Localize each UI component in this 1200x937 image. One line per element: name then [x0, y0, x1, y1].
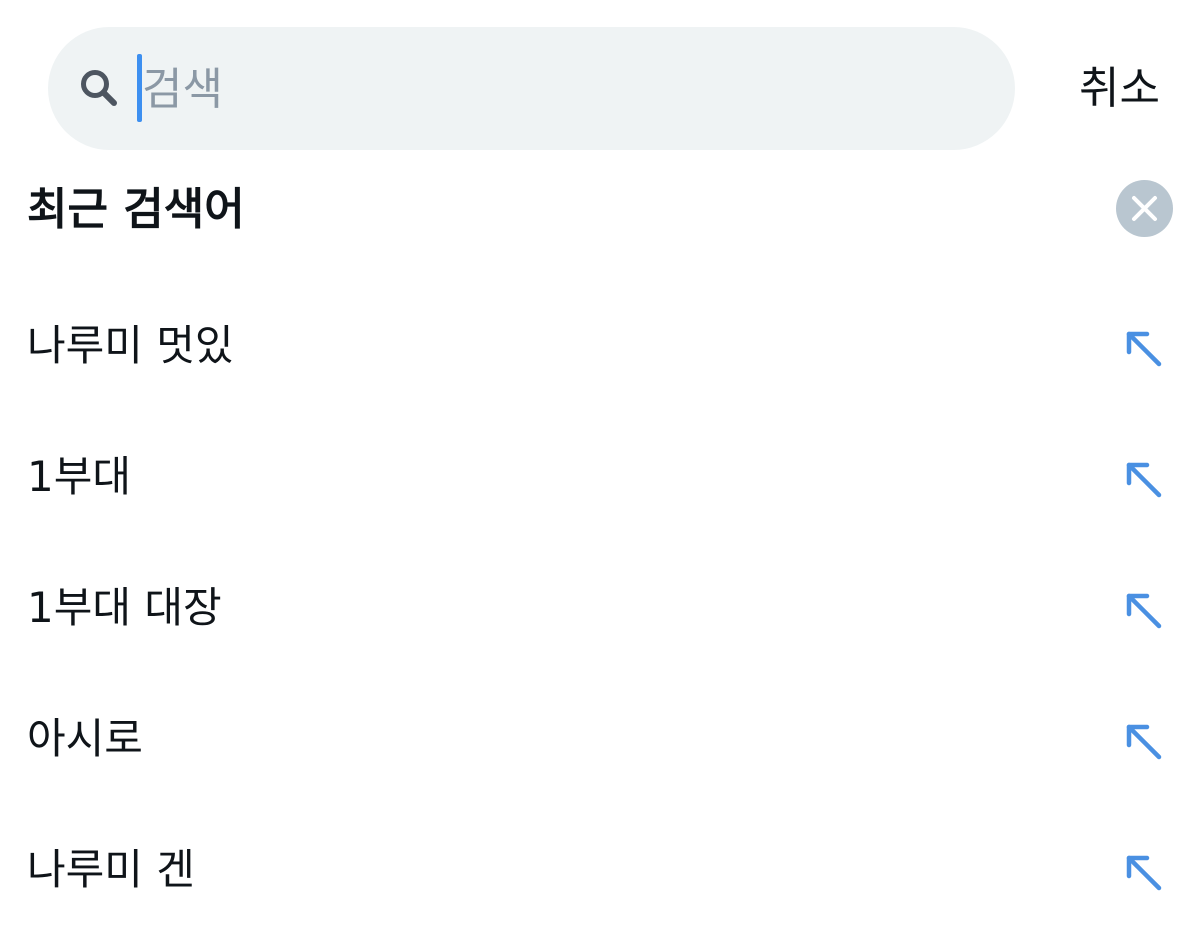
clear-recent-searches-button[interactable]: [1116, 180, 1173, 237]
recent-search-label: 나루미 멋있: [27, 321, 234, 370]
recent-search-item[interactable]: 아시로: [0, 675, 1200, 806]
recent-search-label: 1부대 대장: [27, 583, 222, 632]
search-bar-row: 취소: [48, 27, 1160, 150]
search-input[interactable]: [136, 49, 982, 129]
recent-searches-title: 최근 검색어: [27, 184, 245, 235]
recent-search-item[interactable]: 1부대: [0, 413, 1200, 544]
recent-search-label: 나루미 겐: [27, 845, 195, 894]
arrow-up-left-icon[interactable]: [1119, 848, 1165, 894]
arrow-up-left-icon[interactable]: [1119, 455, 1165, 501]
arrow-up-left-icon[interactable]: [1119, 717, 1165, 763]
search-icon: [81, 70, 117, 106]
recent-search-item[interactable]: 1부대 대장: [0, 544, 1200, 675]
cancel-button[interactable]: 취소: [1062, 63, 1160, 115]
recent-search-item[interactable]: 나루미 겐: [0, 806, 1200, 937]
recent-search-label: 아시로: [27, 714, 143, 763]
recent-searches-header: 최근 검색어: [27, 178, 1173, 242]
recent-search-item[interactable]: 나루미 멋있: [0, 282, 1200, 413]
recent-searches-list: 나루미 멋있 1부대 1부대 대장 아시로 나루미 겐: [0, 282, 1200, 937]
close-icon: [1132, 196, 1157, 221]
recent-search-label: 1부대: [27, 452, 132, 501]
arrow-up-left-icon[interactable]: [1119, 324, 1165, 370]
search-box[interactable]: [48, 27, 1015, 150]
arrow-up-left-icon[interactable]: [1119, 586, 1165, 632]
text-caret: [137, 54, 142, 122]
